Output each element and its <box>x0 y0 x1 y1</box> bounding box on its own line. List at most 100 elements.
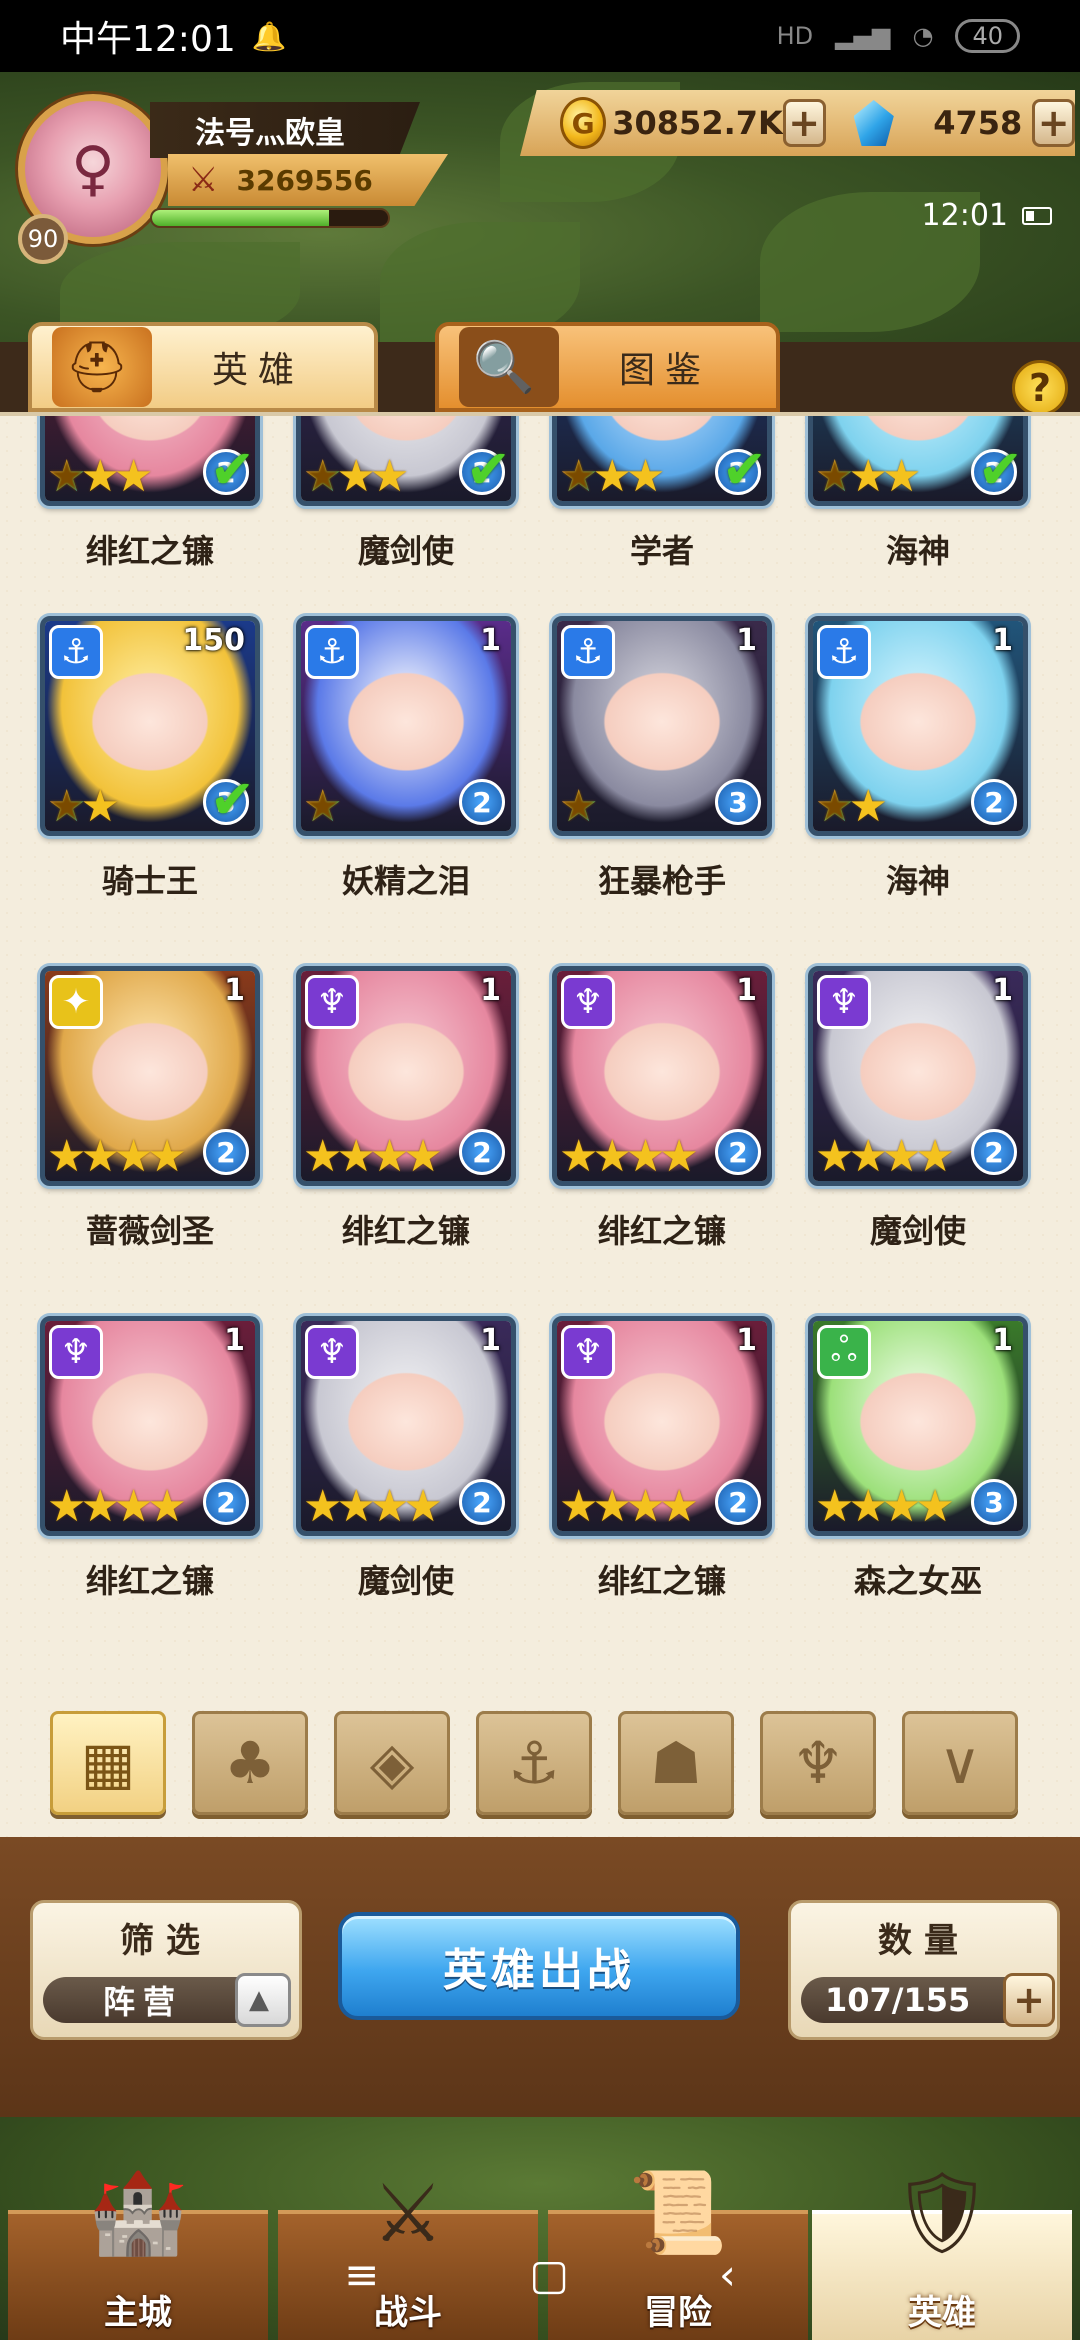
hero-card[interactable]: ♆ 1 ★ ★ ★ ★ 2 绯红之镰 <box>40 1316 260 1602</box>
hero-card[interactable]: ஃ 1 ★ ★ ★ ★ 3 森之女巫 <box>808 1316 1028 1602</box>
hero-name: 绯红之镰 <box>341 1212 470 1250</box>
demon-faction-icon: ♆ <box>817 975 871 1029</box>
back-icon[interactable]: ‹ <box>719 2250 736 2310</box>
filter-crown-leaf-button[interactable]: ♣ <box>192 1711 308 1815</box>
filter-anchor-button[interactable]: ⚓ <box>476 1711 592 1815</box>
chevron-up-icon[interactable]: ▲ <box>235 1973 291 2027</box>
diamond-chevron-icon: ◈ <box>369 1729 415 1797</box>
demon-faction-icon: ♆ <box>305 1325 359 1379</box>
faction-filter-bar: ▦ ♣ ◈ ⚓ ☗ ♆ ∨ <box>50 1711 1018 1815</box>
hero-card[interactable]: ♆ 1 ★ ★ ★ ★ 2 绯红之镰 <box>552 966 772 1252</box>
hero-name: 魔剑使 <box>357 1562 454 1600</box>
hero-portrait-frame: ♆ 1 ★ ★ ★ ★ 2 <box>552 1316 772 1536</box>
tab-heroes[interactable]: ⛑ 英雄 <box>28 322 378 412</box>
demon-faction-icon: ♆ <box>561 975 615 1029</box>
hero-name: 妖精之泪 <box>341 862 470 900</box>
demon-faction-icon: ♆ <box>561 1325 615 1379</box>
hero-rank-badge: 2 <box>203 1129 249 1175</box>
hero-stars: ★ ★ ★ <box>47 455 153 499</box>
hero-stars: ★ ★ ★ ★ <box>559 1135 699 1179</box>
hero-card[interactable]: ⚓ 1 ★ ★ 2 海神 <box>808 616 1028 902</box>
add-gold-button[interactable]: + <box>782 99 826 147</box>
hero-name: 海神 <box>885 862 950 900</box>
hero-card[interactable]: ♆ 1 ★ ★ ★ ★ 2 魔剑使 <box>296 1316 516 1602</box>
hero-portrait-frame: ⚓ 1 ★ 3 <box>552 616 772 836</box>
hero-card[interactable]: ✦ 1 ★ ★ ★ ★ 2 蔷薇剑圣 <box>40 966 260 1252</box>
hero-card[interactable]: ⚓ 1 ★ 2 妖精之泪 <box>296 616 516 902</box>
hero-card[interactable]: ⚓ 1 ★ 3 狂暴枪手 <box>552 616 772 902</box>
checkmark-icon: ✔ <box>465 438 511 501</box>
add-gems-button[interactable]: + <box>1032 99 1075 147</box>
filter-dropdown[interactable]: 阵营 ▲ <box>43 1973 291 2027</box>
status-bar: 中午12:01 🔔 HD ▂▄▆ ◔ 40 <box>0 0 1080 72</box>
hero-name: 森之女巫 <box>853 1562 982 1600</box>
hero-stars: ★ <box>559 785 598 829</box>
hero-card[interactable]: ♆ 1 ★ ★ ★ ★ 2 魔剑使 <box>808 966 1028 1252</box>
hero-name: 海神 <box>885 532 950 570</box>
bell-icon: 🔔 <box>251 19 287 53</box>
experience-bar-fill <box>152 210 329 226</box>
game-clock: 12:01 <box>922 198 1052 233</box>
helmet-icon: ⛑ <box>52 327 152 407</box>
star-icon: ★ <box>80 781 120 832</box>
hero-card[interactable]: ★ ★ ★ 2 ✔ 海神 <box>808 416 1028 572</box>
anchor-faction-icon: ⚓ <box>817 625 871 679</box>
hero-portrait-frame: ♆ 1 ★ ★ ★ ★ 2 <box>552 966 772 1186</box>
checkmark-icon: ✔ <box>209 768 255 831</box>
beast-faction-icon: ஃ <box>817 1325 871 1379</box>
top-header: ♀ 90 法号灬欧皇 ⚔ 3269556 G 30852.7K + 4758 +… <box>0 72 1080 342</box>
hero-rank-badge: 2 <box>715 1479 761 1525</box>
star-icon: ★ <box>659 1131 699 1182</box>
expand-capacity-button[interactable]: + <box>1003 1973 1055 2027</box>
hero-card[interactable]: ★ ★ ★ 2 ✔ 魔剑使 <box>296 416 516 572</box>
hero-name: 蔷薇剑圣 <box>85 1212 214 1250</box>
home-icon[interactable]: ▢ <box>529 2250 569 2310</box>
help-button[interactable]: ? <box>1012 360 1068 416</box>
gold-faction-icon: ✦ <box>49 975 103 1029</box>
hero-rank-badge: 3 <box>971 1479 1017 1525</box>
hero-portrait-frame: ஃ 1 ★ ★ ★ ★ 3 <box>808 1316 1028 1536</box>
tab-heroes-label: 英雄 <box>212 350 305 391</box>
hero-stars: ★ ★ ★ ★ <box>815 1135 955 1179</box>
wing-v-icon: ∨ <box>938 1729 982 1797</box>
star-icon: ★ <box>147 1131 187 1182</box>
deploy-heroes-button[interactable]: 英雄出战 <box>338 1912 740 2020</box>
hero-stars: ★ ★ ★ <box>303 455 409 499</box>
hero-level: 1 <box>224 1323 245 1358</box>
star-icon: ★ <box>403 1131 443 1182</box>
filter-value: 阵营 <box>103 1983 184 2021</box>
tab-codex[interactable]: 🔍 图鉴 <box>435 322 780 412</box>
hero-card[interactable]: ♆ 1 ★ ★ ★ ★ 2 绯红之镰 <box>296 966 516 1252</box>
hero-stars: ★ ★ <box>815 785 888 829</box>
hero-level: 1 <box>992 973 1013 1008</box>
filter-diamond-chevron-button[interactable]: ◈ <box>334 1711 450 1815</box>
system-nav-bar: ≡ ▢ ‹ <box>0 2250 1080 2310</box>
hero-count-value: 107/155 <box>825 1981 971 2019</box>
star-icon: ★ <box>848 781 888 832</box>
hero-card[interactable]: ⚓ 150 ★ ★ 3 ✔ 骑士王 <box>40 616 260 902</box>
star-icon: ★ <box>915 1481 955 1532</box>
hero-level: 1 <box>224 973 245 1008</box>
filter-demon-horns-button[interactable]: ♆ <box>760 1711 876 1815</box>
hero-level: 150 <box>182 623 245 658</box>
hero-rank-badge: 2 <box>715 1129 761 1175</box>
hero-list-panel: ★ ★ ★ 2 ✔ 绯红之镰 ★ ★ ★ 2 ✔ 魔剑使 ★ ★ ★ 2 ✔ 学者 ★ ★ ★ 2 ✔ 海神 ⚓ 150 ★ ★ 3 ✔ 骑… <box>0 412 1080 1837</box>
hero-card[interactable]: ♆ 1 ★ ★ ★ ★ 2 绯红之镰 <box>552 1316 772 1602</box>
crossed-swords-icon: ⚔ <box>188 160 219 200</box>
hero-card[interactable]: ★ ★ ★ 2 ✔ 学者 <box>552 416 772 572</box>
menu-icon[interactable]: ≡ <box>344 2250 379 2310</box>
hero-portrait-frame: ⚓ 1 ★ 2 <box>296 616 516 836</box>
count-title: 数量 <box>878 1921 970 1961</box>
filter-beast-head-button[interactable]: ☗ <box>618 1711 734 1815</box>
star-icon: ★ <box>403 1481 443 1532</box>
filter-grid-all-button[interactable]: ▦ <box>50 1711 166 1815</box>
player-name: 法号灬欧皇 <box>150 102 420 158</box>
hero-portrait-frame: ★ ★ ★ 2 ✔ <box>552 416 772 506</box>
demon-faction-icon: ♆ <box>49 1325 103 1379</box>
player-avatar[interactable]: ♀ 90 <box>18 94 168 264</box>
signal-hd-icon: HD <box>776 22 814 50</box>
filter-panel: 筛选 阵营 ▲ <box>30 1900 302 2040</box>
hero-card[interactable]: ★ ★ ★ 2 ✔ 绯红之镰 <box>40 416 260 572</box>
filter-wing-v-button[interactable]: ∨ <box>902 1711 1018 1815</box>
battery-indicator: 40 <box>955 19 1020 53</box>
